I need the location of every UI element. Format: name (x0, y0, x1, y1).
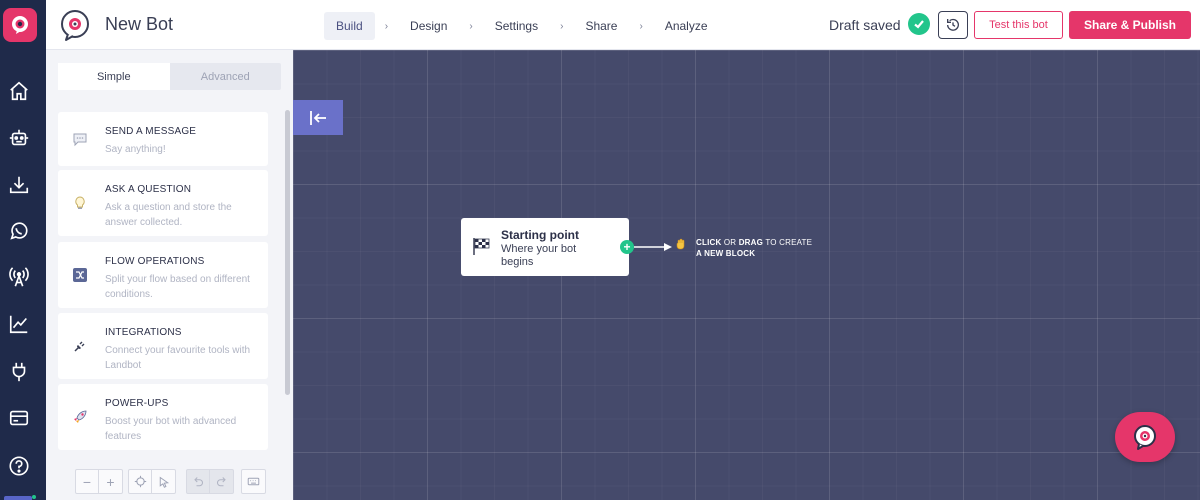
block-send-message[interactable]: SEND A MESSAGE Say anything! (58, 112, 268, 166)
block-title: POWER-UPS (105, 398, 169, 409)
undo-icon (194, 476, 203, 486)
tab-settings[interactable]: Settings (483, 12, 550, 40)
crosshair-icon (134, 475, 146, 488)
start-node-desc: Where your bot begins (501, 243, 577, 268)
main-nav: Build › Design › Settings › Share › Anal… (324, 12, 720, 40)
starting-point-node[interactable]: Starting point Where your bot begins (461, 218, 629, 276)
block-flow-operations[interactable]: FLOW OPERATIONS Split your flow based on… (58, 242, 268, 308)
keyboard-button[interactable] (242, 470, 265, 493)
check-icon (908, 13, 930, 35)
top-header: New Bot Build › Design › Settings › Shar… (46, 0, 1200, 50)
block-desc: Ask a question and store the answer coll… (105, 202, 232, 228)
blocks-panel: Simple Advanced SEND A MESSAGE Say anyth… (46, 50, 293, 500)
tab-build[interactable]: Build (324, 12, 375, 40)
save-status: Draft saved (829, 17, 901, 33)
tab-analyze[interactable]: Analyze (653, 12, 720, 40)
zoom-controls: − + (75, 469, 123, 494)
keyboard-icon (247, 477, 260, 486)
plug-icon[interactable] (8, 361, 30, 383)
hint-rest: TO CREATE (763, 238, 813, 247)
tab-simple[interactable]: Simple (58, 63, 170, 90)
checkered-flag-icon (471, 236, 491, 261)
chat-widget-button[interactable] (1115, 412, 1175, 462)
mode-tabs: Simple Advanced (58, 63, 281, 90)
bot-avatar (58, 8, 92, 42)
collapse-left-icon (310, 110, 326, 125)
create-block-hint: CLICK OR DRAG TO CREATE A NEW BLOCK (696, 237, 816, 259)
lightbulb-icon (71, 194, 89, 212)
add-connection-button[interactable]: + (620, 240, 634, 254)
zoom-in-button[interactable]: + (99, 470, 122, 493)
block-title: INTEGRATIONS (105, 327, 182, 338)
flow-canvas[interactable]: Starting point Where your bot begins + C… (293, 50, 1200, 500)
block-desc: Boost your bot with advanced features (105, 416, 237, 442)
nav-separator: › (560, 20, 564, 32)
block-title: FLOW OPERATIONS (105, 256, 205, 267)
block-title: SEND A MESSAGE (105, 126, 197, 137)
bot-icon[interactable] (8, 127, 30, 149)
nav-separator: › (384, 20, 389, 32)
test-bot-button[interactable]: Test this bot (974, 11, 1063, 39)
collapse-panel-button[interactable] (293, 100, 343, 135)
redo-icon (216, 476, 226, 486)
hand-pointer-icon (675, 238, 687, 253)
cursor-icon (159, 476, 169, 488)
keyboard-controls (241, 469, 266, 494)
logo-icon (12, 16, 28, 34)
bot-avatar-icon (61, 10, 89, 41)
panel-scrollbar[interactable] (285, 110, 290, 395)
hint-click: CLICK (696, 238, 722, 247)
start-node-title: Starting point (501, 228, 579, 242)
block-desc: Split your flow based on different condi… (105, 274, 250, 300)
hint-or: OR (721, 238, 739, 247)
hint-drag: DRAG (738, 238, 764, 247)
card-icon[interactable] (8, 407, 30, 429)
rail-bottom-indicator (4, 496, 32, 500)
history-controls (186, 469, 234, 494)
tool-controls (128, 469, 176, 494)
tab-advanced[interactable]: Advanced (170, 63, 282, 90)
arrow-right-icon (634, 243, 672, 251)
center-button[interactable] (129, 470, 152, 493)
share-publish-button[interactable]: Share & Publish (1069, 11, 1191, 39)
block-desc: Connect your favourite tools with Landbo… (105, 345, 251, 371)
hint-line2: A NEW BLOCK (696, 249, 756, 258)
history-icon (947, 18, 959, 31)
tab-design[interactable]: Design (398, 12, 459, 40)
canvas-toolbar: − + (46, 455, 293, 500)
home-icon[interactable] (8, 80, 30, 102)
history-button[interactable] (938, 11, 968, 39)
plug-icon (71, 337, 89, 355)
speech-bubble-icon (71, 130, 89, 148)
bot-name[interactable]: New Bot (105, 14, 173, 35)
whatsapp-icon[interactable] (8, 220, 30, 242)
block-integrations[interactable]: INTEGRATIONS Connect your favourite tool… (58, 313, 268, 379)
tab-share[interactable]: Share (573, 12, 629, 40)
help-icon[interactable] (8, 455, 30, 477)
download-icon[interactable] (8, 174, 30, 196)
block-ask-question[interactable]: ASK A QUESTION Ask a question and store … (58, 170, 268, 236)
chat-widget-icon (1134, 425, 1156, 450)
undo-button[interactable] (187, 470, 210, 493)
shuffle-icon (71, 266, 89, 284)
rocket-icon (71, 408, 89, 426)
online-status-dot (32, 495, 36, 499)
nav-separator: › (469, 20, 473, 32)
broadcast-icon[interactable] (8, 266, 30, 288)
block-desc: Say anything! (105, 144, 166, 155)
select-button[interactable] (152, 470, 175, 493)
landbot-logo[interactable] (3, 8, 37, 42)
left-rail (0, 0, 46, 500)
block-title: ASK A QUESTION (105, 184, 192, 195)
redo-button[interactable] (210, 470, 233, 493)
block-power-ups[interactable]: POWER-UPS Boost your bot with advanced f… (58, 384, 268, 450)
nav-separator: › (639, 20, 643, 32)
analytics-icon[interactable] (8, 313, 30, 335)
zoom-out-button[interactable]: − (76, 470, 99, 493)
